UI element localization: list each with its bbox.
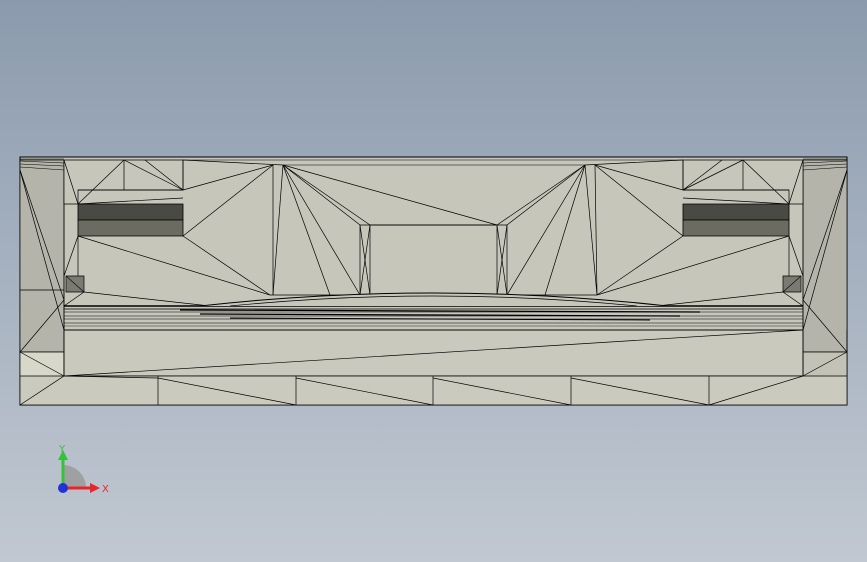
part-model[interactable]	[19, 156, 848, 406]
y-axis-label: Y	[58, 444, 66, 455]
right-slot	[682, 203, 790, 221]
left-slot	[77, 203, 184, 221]
axis-triad: Y X	[58, 444, 109, 495]
cad-viewport[interactable]	[0, 0, 867, 562]
z-axis-dot	[58, 483, 68, 493]
x-axis-arrow	[90, 483, 100, 493]
rail-stripes	[64, 305, 803, 327]
x-axis-label: X	[102, 484, 109, 495]
